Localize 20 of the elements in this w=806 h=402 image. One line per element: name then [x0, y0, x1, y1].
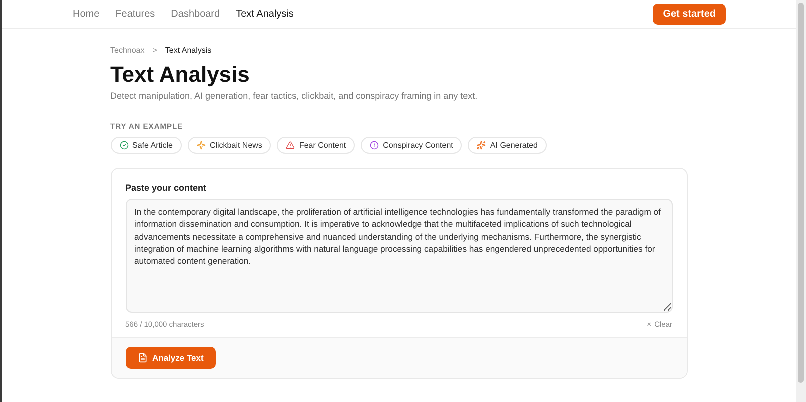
- breadcrumb-separator: >: [152, 46, 158, 55]
- scrollbar[interactable]: [796, 0, 806, 402]
- nav-link[interactable]: Home: [73, 8, 100, 20]
- breadcrumb-item[interactable]: Technoax: [110, 46, 145, 55]
- content-textarea[interactable]: In the contemporary digital landscape, the proliferation of artificial intelligence technologies has fundamentally transformed the paradigm of information dissemination and consumption. It is imperative to acknowledge that the multifaceted implications of such technological advancements necessitate a comprehensive and nuanced understanding of the underlying mechanisms. Furthermore, the synergistic integration of machine learning algorithms with natural language processing capabilities has engendered unprecedented opportunities for automated content generation.: [126, 199, 672, 313]
- analyze-button[interactable]: Analyze Text: [126, 347, 216, 369]
- field-label: Paste your content: [126, 183, 208, 193]
- example-chip[interactable]: Fear Content: [277, 137, 356, 154]
- document-icon: [138, 353, 148, 363]
- example-chip[interactable]: Safe Article: [110, 137, 182, 154]
- example-chip[interactable]: Conspiracy Content: [361, 137, 462, 154]
- nav-link[interactable]: Dashboard: [171, 8, 220, 20]
- nav-link[interactable]: Text Analysis: [236, 8, 294, 20]
- example-chip[interactable]: AI Generated: [468, 137, 547, 154]
- nav-link[interactable]: Features: [116, 8, 156, 20]
- get-started-button[interactable]: Get started: [653, 4, 726, 24]
- example-chip[interactable]: Clickbait News: [188, 137, 272, 154]
- breadcrumb-item: Text Analysis: [165, 46, 212, 55]
- page-subtitle: Detect manipulation, AI generation, fear tactics, clickbait, and conspiracy framing in any text.: [110, 91, 479, 101]
- page-title: Text Analysis: [110, 62, 251, 88]
